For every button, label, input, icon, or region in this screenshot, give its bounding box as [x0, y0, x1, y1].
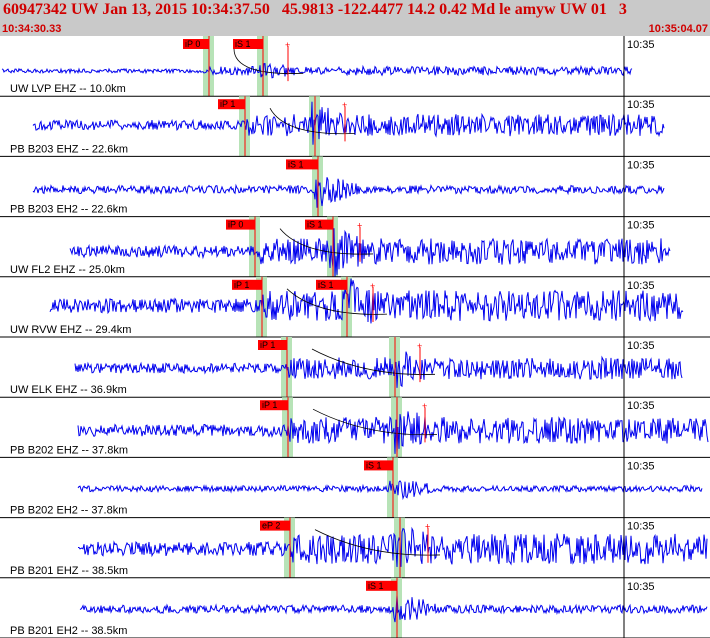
- p-pick-label: iP 1: [260, 340, 275, 350]
- waveform-trace: [32, 101, 665, 145]
- station-panel: iP 1 +10:35 PB B202 EHZ -- 37.8km: [0, 397, 710, 458]
- time-tick-label: 10:35: [627, 581, 655, 593]
- station-panel: eP 2 +10:35 PB B201 EHZ -- 38.5km: [0, 517, 710, 579]
- station-panel: iP 1 +10:35 UW ELK EHZ -- 36.9km: [0, 337, 710, 398]
- station-panel: iP 1 iS 1 +10:35 UW RVW EHZ -- 29.4km: [0, 276, 710, 338]
- station-panel: iP 0 iS 1 +10:35 UW FL2 EHZ -- 25.0km: [0, 216, 710, 278]
- p-pick-label: iP 0: [228, 220, 243, 230]
- station-label: PB B203 EHZ -- 22.6km: [10, 143, 128, 155]
- amplitude-marker-glyph: +: [342, 100, 347, 110]
- event-header: 60947342 UW Jan 13, 2015 10:34:37.50 45.…: [0, 0, 710, 36]
- station-panel: iS 1 10:35 PB B203 EH2 -- 22.6km: [0, 156, 710, 218]
- waveform-trace: [1, 62, 633, 79]
- amplitude-marker-glyph: +: [425, 522, 430, 532]
- amplitude-marker-glyph: +: [422, 401, 427, 411]
- station-label: PB B201 EH2 -- 38.5km: [10, 625, 127, 637]
- p-pick-label: eP 2: [262, 521, 280, 531]
- amplitude-marker-glyph: +: [357, 221, 362, 231]
- time-tick-label: 10:35: [627, 400, 655, 412]
- station-label: PB B203 EH2 -- 22.6km: [10, 204, 127, 216]
- station-label: PB B202 EHZ -- 37.8km: [10, 444, 128, 456]
- time-tick-label: 10:35: [627, 39, 655, 51]
- station-label: PB B201 EHZ -- 38.5km: [10, 565, 128, 577]
- waveform-trace: [69, 228, 671, 277]
- time-tick-label: 10:35: [627, 280, 655, 292]
- time-tick-label: 10:35: [627, 220, 655, 232]
- time-tick-label: 10:35: [627, 340, 655, 352]
- station-panel: iP 0 iS 1 +10:35 UW LVP EHZ -- 10.0km: [0, 36, 710, 97]
- waveform-trace: [49, 278, 684, 324]
- waveform-trace: [32, 177, 665, 208]
- time-tick-label: 10:35: [627, 521, 655, 533]
- time-tick-label: 10:35: [627, 99, 655, 111]
- amplitude-marker-glyph: +: [370, 281, 375, 291]
- event-title: 60947342 UW Jan 13, 2015 10:34:37.50 45.…: [3, 1, 627, 18]
- time-tick-label: 10:35: [627, 159, 655, 171]
- s-pick-label: iS 1: [366, 460, 382, 470]
- seismogram-plot: iP 0 iS 1 +10:35 UW LVP EHZ -- 10.0km iP 1 +1…: [0, 36, 710, 638]
- station-panel: iP 1 +10:35 PB B203 EHZ -- 22.6km: [0, 96, 710, 157]
- end-time: 10:35:04.07: [648, 23, 708, 35]
- waveform-trace: [74, 351, 683, 388]
- station-label: PB B202 EH2 -- 37.8km: [10, 505, 127, 517]
- station-label: UW LVP EHZ -- 10.0km: [10, 83, 126, 95]
- amplitude-marker-glyph: +: [417, 341, 422, 351]
- p-pick-label: iP 1: [262, 400, 277, 410]
- s-pick-label: iS 1: [368, 581, 384, 591]
- station-label: UW ELK EHZ -- 36.9km: [10, 384, 127, 396]
- s-pick-label: iS 1: [288, 159, 304, 169]
- station-panel: iS 1 10:35 PB B201 EH2 -- 38.5km: [0, 577, 710, 638]
- s-pick-label: iS 1: [307, 220, 323, 230]
- amplitude-marker-glyph: +: [285, 40, 290, 50]
- p-pick-label: iP 1: [234, 280, 249, 290]
- p-pick-label: iP 1: [220, 99, 235, 109]
- start-time: 10:34:30.33: [2, 23, 62, 35]
- s-pick-label: iS 1: [235, 39, 251, 49]
- station-label: UW FL2 EHZ -- 25.0km: [10, 264, 125, 276]
- station-panel: iS 1 10:35 PB B202 EH2 -- 37.8km: [0, 457, 710, 519]
- waveform-trace: [78, 526, 708, 568]
- time-tick-label: 10:35: [627, 460, 655, 472]
- p-pick-label: iP 0: [185, 39, 200, 49]
- station-label: UW RVW EHZ -- 29.4km: [10, 324, 131, 336]
- s-pick-label: iS 1: [318, 280, 334, 290]
